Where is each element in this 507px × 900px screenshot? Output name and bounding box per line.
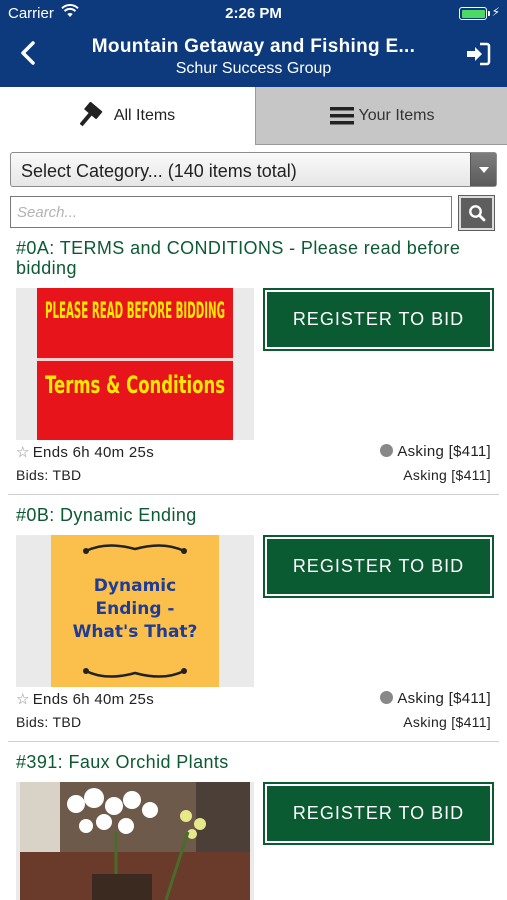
auction-title: Mountain Getaway and Fishing E... (91, 36, 416, 57)
tab-your-items[interactable]: Your Items (255, 87, 507, 145)
image-text-dynamic-ending: Dynamic Ending - What's That? (72, 576, 198, 642)
star-icon[interactable]: ☆ (16, 691, 30, 708)
app-header: Carrier 2:26 PM ⚡ Mountain Getaway and F… (0, 0, 507, 87)
status-dot-icon (380, 444, 394, 457)
asking-text: Asking [$411] (397, 443, 491, 460)
star-icon[interactable]: ☆ (16, 444, 30, 461)
search-input[interactable] (10, 196, 452, 228)
status-time: 2:26 PM (225, 5, 282, 22)
search-icon (468, 205, 485, 222)
list-item: #0A: TERMS and CONDITIONS - Please read … (0, 236, 507, 496)
chevron-down-icon (470, 153, 496, 186)
status-bar: Carrier 2:26 PM ⚡ (0, 0, 507, 28)
item-asking-secondary: Asking [$411] (403, 467, 491, 483)
register-to-bid-button[interactable]: REGISTER TO BID (263, 782, 494, 845)
sign-in-icon[interactable] (465, 42, 491, 66)
back-button[interactable] (16, 40, 42, 66)
ends-text: Ends 6h 40m 25s (32, 444, 154, 461)
list-item: #0B: Dynamic Ending Dynamic Ending - Wha… (0, 503, 507, 743)
item-asking: Asking [$411] (380, 690, 491, 707)
item-title[interactable]: #0B: Dynamic Ending (16, 505, 486, 525)
item-ends: ☆ Ends 6h 40m 25s (16, 443, 154, 461)
item-image-dynamic-ending[interactable]: Dynamic Ending - What's That? (16, 535, 254, 687)
item-asking-secondary: Asking [$411] (403, 714, 491, 730)
category-select-value: Select Category... (140 items total) (21, 161, 297, 181)
image-text-please-read: PLEASE READ BEFORE BIDDING (45, 299, 225, 324)
item-bids: Bids: TBD (16, 714, 82, 730)
charging-icon: ⚡ (491, 5, 500, 19)
divider (8, 494, 499, 495)
tab-bar: All Items Your Items (0, 87, 507, 146)
item-title[interactable]: #391: Faux Orchid Plants (16, 752, 486, 772)
image-text-terms: Terms & Conditions (45, 371, 225, 399)
category-select[interactable]: Select Category... (140 items total) (10, 152, 497, 187)
item-asking: Asking [$411] (380, 443, 491, 460)
asking-text: Asking [$411] (397, 690, 491, 707)
organization-subtitle: Schur Success Group (175, 60, 332, 77)
status-dot-icon (380, 691, 394, 704)
item-title[interactable]: #0A: TERMS and CONDITIONS - Please read … (16, 238, 486, 278)
item-bids: Bids: TBD (16, 467, 82, 483)
list-item: #391: Faux Orchid Plants REGISTER TO BID (0, 750, 507, 900)
item-image-orchid[interactable] (16, 782, 254, 900)
tab-your-items-label: Your Items (358, 106, 435, 124)
register-to-bid-button[interactable]: REGISTER TO BID (263, 288, 494, 351)
item-image-terms[interactable]: PLEASE READ BEFORE BIDDING Terms & Condi… (16, 288, 254, 440)
gavel-icon (79, 102, 110, 130)
list-icon (329, 105, 355, 127)
battery-icon (459, 7, 490, 20)
divider (8, 741, 499, 742)
register-to-bid-button[interactable]: REGISTER TO BID (263, 535, 494, 598)
tab-all-items-label: All Items (113, 107, 176, 124)
ends-text: Ends 6h 40m 25s (32, 691, 154, 708)
search-button[interactable] (458, 195, 495, 231)
tab-all-items[interactable]: All Items (0, 87, 255, 145)
item-ends: ☆ Ends 6h 40m 25s (16, 690, 154, 708)
